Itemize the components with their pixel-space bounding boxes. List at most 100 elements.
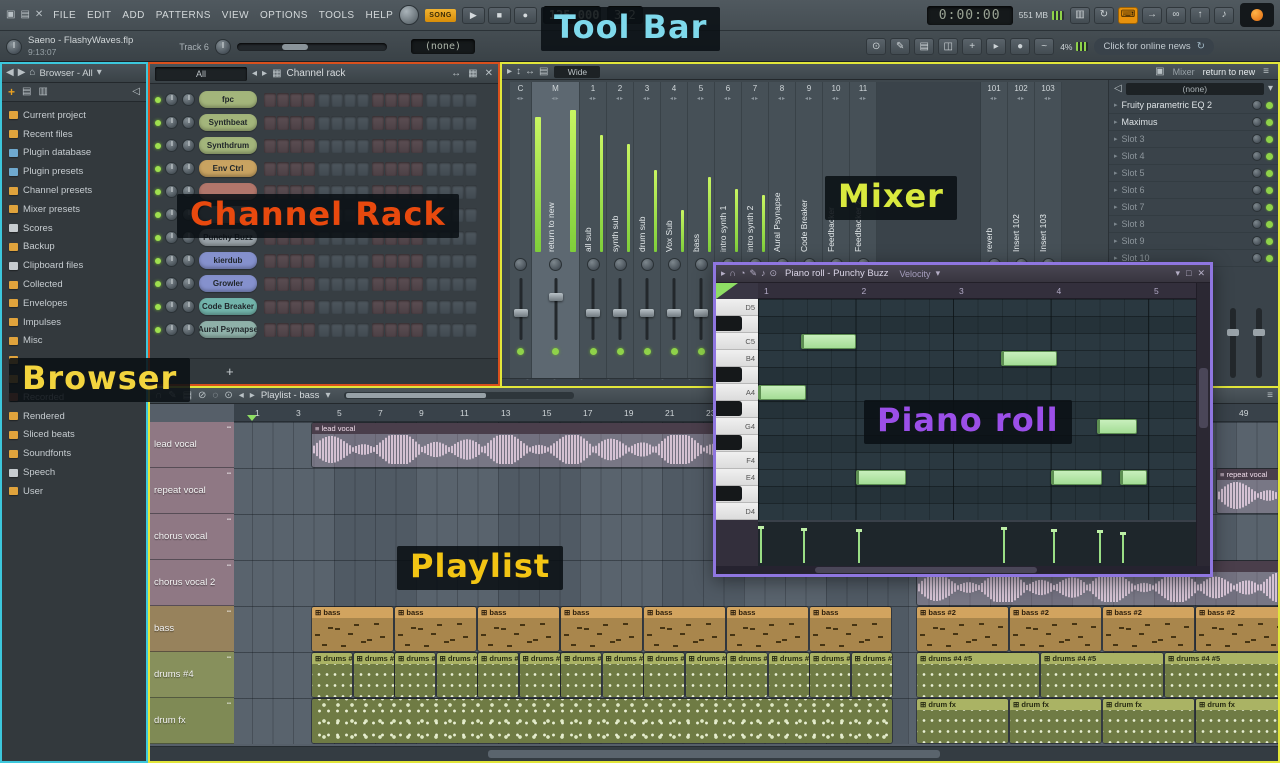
menu-tools[interactable]: TOOLS: [319, 10, 355, 21]
piano-key-c5[interactable]: C5: [716, 333, 758, 350]
mute-speaker-icon[interactable]: ◁: [132, 87, 140, 97]
playlist-title[interactable]: Playlist - bass: [261, 390, 320, 401]
step-cell[interactable]: [290, 277, 302, 291]
news-ticker[interactable]: Click for online news ↻: [1094, 38, 1214, 55]
fx-mix-knob[interactable]: [1252, 253, 1262, 263]
main-pitch-knob[interactable]: [215, 39, 231, 55]
step-cell[interactable]: [465, 93, 477, 107]
step-cell[interactable]: [331, 254, 343, 268]
clip-bass[interactable]: ⊞ bass: [395, 607, 476, 651]
fx-mix-knob[interactable]: [1252, 100, 1262, 110]
strip-mute-led[interactable]: [552, 348, 559, 355]
piano-key-e4[interactable]: E4: [716, 469, 758, 486]
step-cell[interactable]: [385, 300, 397, 314]
fx-enable-led[interactable]: [1266, 153, 1273, 160]
midi-note-e4[interactable]: [1051, 470, 1102, 485]
channel-pan-knob[interactable]: [165, 254, 178, 267]
step-cell[interactable]: [290, 323, 302, 337]
step-cell[interactable]: [426, 323, 438, 337]
detach-icon[interactable]: ▤: [20, 10, 29, 20]
channel-pan-knob[interactable]: [165, 116, 178, 129]
step-cell[interactable]: [318, 116, 330, 130]
clip-drums-4[interactable]: ⊞ drums #4: [395, 653, 435, 697]
channel-pan-knob[interactable]: [165, 323, 178, 336]
browser-item-user[interactable]: User: [2, 482, 146, 501]
step-cell[interactable]: [318, 93, 330, 107]
step-cell[interactable]: [331, 162, 343, 176]
velocity-bar[interactable]: [1099, 533, 1101, 563]
clip-drums-4[interactable]: ⊞ drums #4: [686, 653, 726, 697]
fx-mix-knob[interactable]: [1252, 185, 1262, 195]
chevron-down-icon[interactable]: ▾: [936, 269, 941, 278]
step-cell[interactable]: [452, 139, 464, 153]
step-cell[interactable]: [303, 139, 315, 153]
piano-key-d4[interactable]: D4: [716, 503, 758, 520]
clip-drums-4[interactable]: ⊞ drums #4: [810, 653, 850, 697]
fx-slot-8[interactable]: ▸Slot 8: [1109, 216, 1278, 233]
strip-pan-knob[interactable]: [614, 258, 627, 271]
midi-note-e4[interactable]: [1120, 470, 1147, 485]
channel-pan-knob[interactable]: [165, 162, 178, 175]
channel-enable-led[interactable]: [155, 212, 161, 218]
fx-mix-knob[interactable]: [1252, 236, 1262, 246]
step-cell[interactable]: [426, 139, 438, 153]
step-cell[interactable]: [372, 116, 384, 130]
step-cell[interactable]: [372, 139, 384, 153]
step-cell[interactable]: [344, 162, 356, 176]
channel-enable-led[interactable]: [155, 189, 161, 195]
step-cell[interactable]: [344, 277, 356, 291]
step-cell[interactable]: [372, 300, 384, 314]
step-cell[interactable]: [465, 208, 477, 222]
channel-filter-select[interactable]: All: [155, 67, 247, 81]
step-cell[interactable]: [372, 277, 384, 291]
snap-icon[interactable]: ⊙: [866, 38, 886, 55]
step-cell[interactable]: [318, 323, 330, 337]
fader-handle[interactable]: [586, 309, 600, 317]
fader-handle[interactable]: [667, 309, 681, 317]
step-cell[interactable]: [385, 116, 397, 130]
app-icon[interactable]: ▣: [6, 10, 15, 20]
pattern-selector[interactable]: (none): [411, 39, 475, 54]
channel-volume-knob[interactable]: [182, 139, 195, 152]
forward-icon[interactable]: ▶: [18, 68, 26, 78]
fx-enable-led[interactable]: [1266, 170, 1273, 177]
strip-pan-knob[interactable]: [549, 258, 562, 271]
browser-item-recent-files[interactable]: Recent files: [2, 125, 146, 144]
step-cell[interactable]: [264, 162, 276, 176]
piano-key-g4[interactable]: G4: [716, 418, 758, 435]
step-cell[interactable]: [398, 139, 410, 153]
mixer-view-select[interactable]: Wide: [554, 66, 600, 78]
browser-item-scores[interactable]: Scores: [2, 219, 146, 238]
step-cell[interactable]: [398, 162, 410, 176]
zoom-icon[interactable]: ⊙: [769, 269, 777, 278]
track-header-repeat-vocal[interactable]: repeat vocal▪▪: [150, 468, 234, 514]
step-cell[interactable]: [357, 93, 369, 107]
playlist-top-scrollbar[interactable]: [344, 392, 574, 399]
plugin-picker-icon[interactable]: ▥: [1070, 7, 1090, 24]
menu-options[interactable]: OPTIONS: [260, 10, 308, 21]
step-cell[interactable]: [277, 254, 289, 268]
step-cell[interactable]: [411, 277, 423, 291]
fx-enable-led[interactable]: [1266, 204, 1273, 211]
channel-volume-knob[interactable]: [182, 300, 195, 313]
play-button[interactable]: ▶: [462, 7, 485, 24]
song-mode-button[interactable]: SONG: [425, 9, 456, 22]
clip-repeat-vocal[interactable]: ≡ repeat vocal: [1217, 469, 1278, 513]
layout-icon[interactable]: ▤: [539, 67, 548, 77]
fx-slot-4[interactable]: ▸Slot 4: [1109, 148, 1278, 165]
step-cell[interactable]: [426, 277, 438, 291]
step-cell[interactable]: [385, 323, 397, 337]
fader-handle[interactable]: [694, 309, 708, 317]
browser-item-speech[interactable]: Speech: [2, 463, 146, 482]
piano-key-black[interactable]: [716, 316, 758, 333]
sync-icon[interactable]: ↻: [1094, 7, 1114, 24]
step-cell[interactable]: [277, 162, 289, 176]
track-header-drums-4[interactable]: drums #4▪▪: [150, 652, 234, 698]
mixer-strip-vox-sub[interactable]: 4◂▸Vox Sub: [661, 82, 688, 378]
scrollbar-thumb[interactable]: [1199, 368, 1208, 428]
channel-button[interactable]: Synthbeat: [199, 114, 257, 131]
mixer-strip-all-sub[interactable]: 1◂▸all sub: [580, 82, 607, 378]
fx-enable-led[interactable]: [1266, 119, 1273, 126]
step-cell[interactable]: [385, 254, 397, 268]
track-header-bass[interactable]: bass▪▪: [150, 606, 234, 652]
